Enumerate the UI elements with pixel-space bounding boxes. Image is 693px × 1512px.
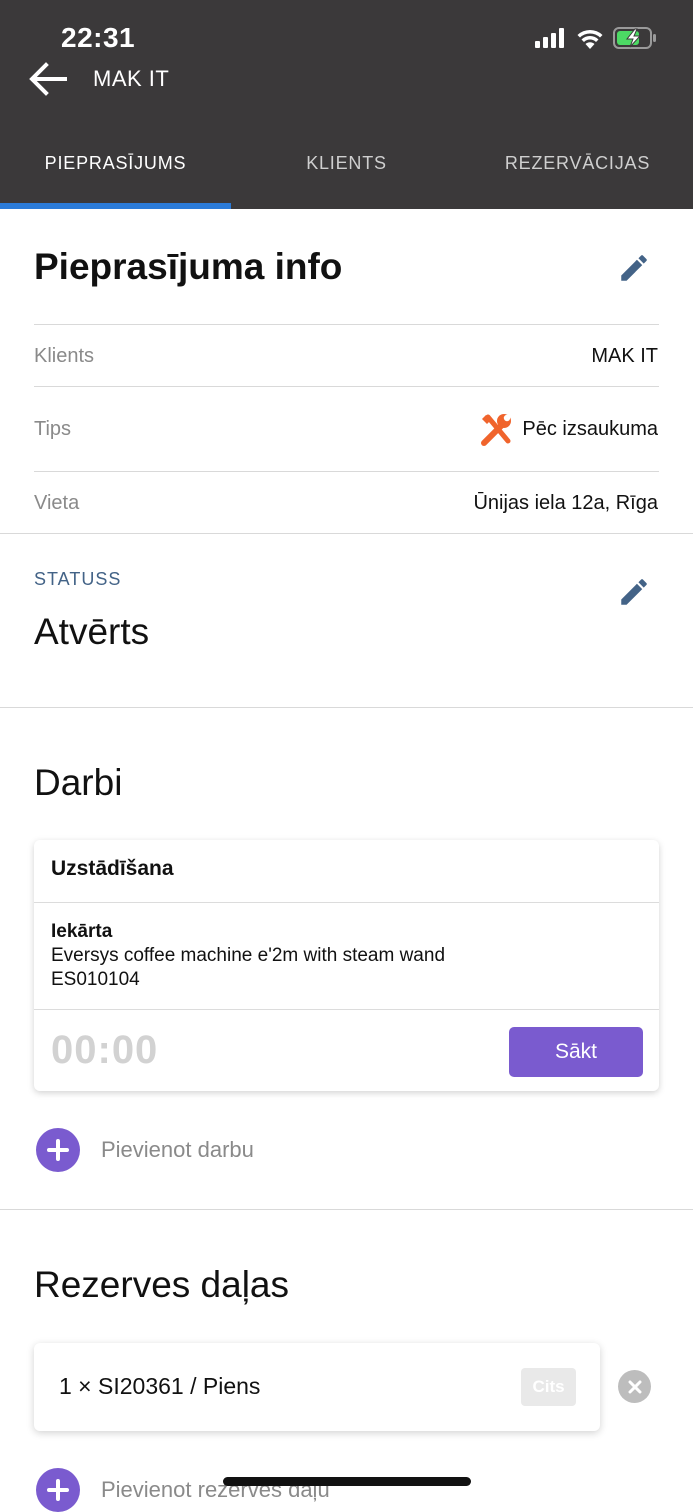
status-caption: STATUSS (34, 569, 122, 589)
work-title: Uzstādīšana (51, 857, 174, 880)
add-work-button[interactable]: Pievienot darbu (36, 1128, 254, 1172)
info-row-value-location: Ūnijas iela 12a, Rīga (473, 492, 658, 515)
equipment-serial: ES010104 (51, 969, 140, 990)
divider (34, 902, 659, 903)
info-row-value-type: Pēc izsaukuma (478, 411, 658, 447)
type-value: Pēc izsaukuma (522, 417, 658, 440)
section-title-parts: Rezerves daļas (34, 1264, 290, 1305)
home-indicator (223, 1477, 471, 1486)
plus-icon (36, 1468, 80, 1512)
cellular-signal-icon (535, 28, 564, 48)
tab-reservations[interactable]: REZERVĀCIJAS (462, 140, 693, 209)
pencil-icon (621, 255, 647, 281)
start-button[interactable]: Sākt (509, 1027, 643, 1077)
info-row-label-location: Vieta (34, 492, 80, 514)
part-item-text: 1 × SI20361 / Piens (59, 1373, 261, 1399)
part-item[interactable]: 1 × SI20361 / Piens Cits (34, 1343, 600, 1431)
app-header: 22:31 MAK IT PIEPRASĪJUMS KLIENTS REZERV… (0, 0, 693, 209)
divider (34, 386, 659, 387)
tab-client[interactable]: KLIENTS (231, 140, 462, 209)
header-title: MAK IT (93, 66, 170, 91)
edit-info-button[interactable] (615, 249, 653, 287)
equipment-label: Iekārta (51, 921, 113, 942)
section-divider (0, 1209, 693, 1210)
divider (34, 471, 659, 472)
add-work-label: Pievienot darbu (101, 1137, 254, 1162)
remove-part-button[interactable] (618, 1370, 651, 1403)
part-item-badge: Cits (521, 1368, 576, 1406)
add-part-button[interactable]: Pievienot rezerves daļu (36, 1468, 330, 1512)
client-value: MAK IT (591, 345, 658, 367)
status-bar-time: 22:31 (61, 22, 136, 53)
work-timer: 00:00 (51, 1028, 159, 1072)
section-title-works: Darbi (34, 762, 123, 803)
status-value: Atvērts (34, 611, 150, 652)
section-divider (0, 533, 693, 534)
arrow-left-icon (29, 62, 67, 96)
edit-status-button[interactable] (615, 573, 653, 611)
status-bar-icons (535, 26, 657, 50)
battery-charging-icon (613, 27, 656, 49)
close-icon (628, 1380, 641, 1393)
tools-icon (481, 414, 512, 446)
wifi-icon (577, 29, 603, 49)
tab-bar: PIEPRASĪJUMS KLIENTS REZERVĀCIJAS (0, 140, 693, 209)
pencil-icon (621, 579, 647, 605)
equipment-name: Eversys coffee machine e'2m with steam w… (51, 945, 446, 966)
tab-request[interactable]: PIEPRASĪJUMS (0, 140, 231, 209)
work-card[interactable]: Uzstādīšana Iekārta Eversys coffee machi… (34, 840, 659, 1091)
plus-icon (36, 1128, 80, 1172)
section-title-info: Pieprasījuma info (34, 246, 343, 287)
section-divider (0, 707, 693, 708)
info-row-label-client: Klients (34, 345, 95, 367)
divider (34, 324, 659, 325)
location-value: Ūnijas iela 12a, Rīga (473, 492, 658, 514)
back-button[interactable] (26, 58, 68, 100)
info-row-label-type: Tips (34, 418, 72, 440)
info-row-value-client: MAK IT (591, 345, 658, 368)
divider (34, 1009, 659, 1010)
